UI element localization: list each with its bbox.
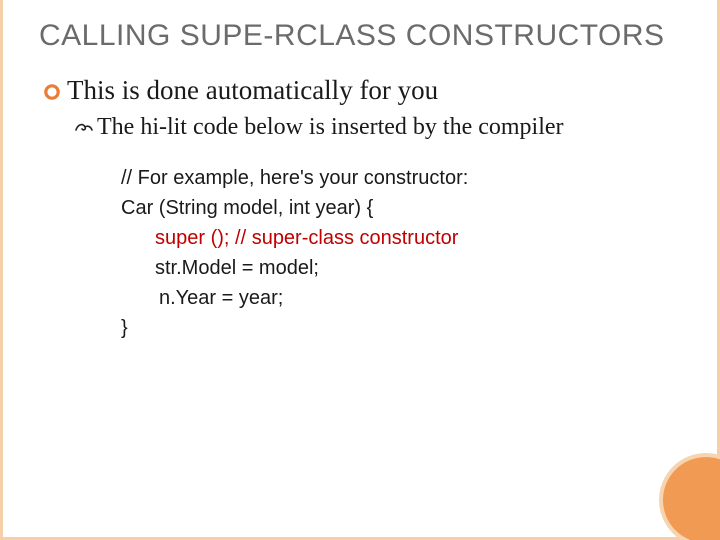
code-line-3-hilit: super (); // super-class constructor [121, 223, 681, 253]
slide-frame: CALLING SUPE-RCLASS CONSTRUCTORS This is… [0, 0, 720, 540]
bullet-level-1: This is done automatically for you [43, 75, 681, 106]
bullet2-text: The hi-lit code below is inserted by the… [97, 112, 564, 143]
slide-title: CALLING SUPE-RCLASS CONSTRUCTORS [39, 18, 681, 53]
code-block: // For example, here's your constructor:… [121, 163, 681, 343]
code-line-6: } [121, 313, 681, 343]
code-line-5: n.Year = year; [121, 283, 681, 313]
bullet-level-2: The hi-lit code below is inserted by the… [75, 112, 681, 143]
swirl-bullet-icon [75, 120, 93, 138]
code-line-4: str.Model = model; [121, 253, 681, 283]
code-line-1: // For example, here's your constructor: [121, 163, 681, 193]
bullet1-text: This is done automatically for you [67, 75, 438, 106]
code-line-2: Car (String model, int year) { [121, 193, 681, 223]
decorative-circle-icon [659, 453, 720, 540]
ring-bullet-icon [43, 83, 61, 105]
